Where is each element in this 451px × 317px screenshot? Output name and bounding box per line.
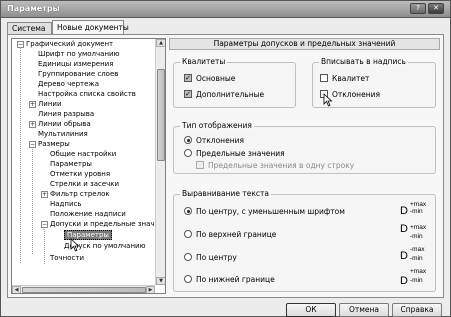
tree-horizontal-scrollbar[interactable]: ◀ ▶ — [12, 285, 155, 293]
group-title: Вписывать в надпись — [319, 57, 408, 66]
tab-system[interactable]: Система — [7, 22, 52, 34]
tree-item[interactable]: Допуски и предельные знач — [50, 219, 155, 229]
checkbox-icon[interactable] — [196, 161, 204, 169]
tree-guide — [44, 227, 45, 264]
tree-item[interactable]: Размеры — [38, 139, 70, 149]
help-title-button[interactable]: ? — [410, 3, 426, 14]
radio-icon[interactable] — [184, 253, 192, 261]
radio-icon[interactable] — [184, 230, 192, 238]
align-sample: D -max -min — [400, 246, 425, 262]
radio-icon[interactable] — [184, 275, 192, 283]
tree-item[interactable]: Стрелки и засечки — [50, 179, 119, 189]
scroll-down-icon[interactable]: ▼ — [156, 277, 165, 285]
mouse-cursor-icon — [70, 238, 80, 252]
tree-vertical-scrollbar[interactable]: ▲ ▼ — [155, 39, 165, 285]
inscribe-group: Вписывать в надпись Квалитет Отклонения — [312, 57, 436, 108]
align-sample: D +max -min — [400, 201, 427, 217]
tree-view: − Графический документ Шрифт по умолчани… — [12, 39, 155, 285]
scroll-thumb[interactable] — [157, 69, 165, 161]
tree-item[interactable]: Дерево чертежа — [38, 79, 99, 89]
tree-item[interactable]: Фильтр стрелок — [50, 189, 110, 199]
group-title: Тип отображения — [180, 121, 254, 130]
expand-icon[interactable]: + — [29, 101, 36, 108]
tree-item[interactable]: Отметки уровня — [50, 169, 110, 179]
expand-icon[interactable]: + — [29, 121, 36, 128]
collapse-icon[interactable]: − — [29, 141, 36, 148]
kvalitety-group: Квалитеты ✓ Основные ✓ Дополнительные — [173, 57, 296, 108]
settings-panel: Параметры допусков и предельных значений… — [169, 38, 440, 294]
tree-item[interactable]: Линия разрыва — [38, 109, 94, 119]
expand-icon[interactable]: + — [41, 191, 48, 198]
display-type-group: Тип отображения Отклонения Предельные зн… — [173, 121, 436, 174]
scroll-left-icon[interactable]: ◀ — [12, 286, 21, 293]
tree-item[interactable]: Линии обрыва — [38, 119, 91, 129]
ok-button[interactable]: ОК — [286, 303, 336, 317]
collapse-icon[interactable]: − — [41, 221, 48, 228]
window-title: Параметры — [7, 4, 60, 13]
checkbox-icon[interactable] — [320, 74, 328, 82]
tree-item[interactable]: Надпись — [50, 199, 82, 209]
parameters-dialog: Параметры ? ✕ Система Новые документы − … — [0, 0, 451, 317]
align-sample: D +max -min — [400, 223, 427, 240]
tree-guide — [20, 48, 21, 263]
tree-item[interactable]: Настройка списка свойств — [38, 89, 136, 99]
tree-item[interactable]: Параметры — [50, 159, 92, 169]
help-button[interactable]: Справка — [392, 303, 442, 317]
tree-item[interactable]: Точности — [50, 253, 84, 263]
tree-item[interactable]: Шрифт по умолчанию — [38, 49, 119, 59]
scroll-up-icon[interactable]: ▲ — [156, 39, 165, 47]
tab-new-documents[interactable]: Новые документы — [52, 20, 129, 34]
tree-item[interactable]: Мультилиния — [38, 129, 88, 139]
tree-item[interactable]: Линии — [38, 99, 62, 109]
collapse-icon[interactable]: − — [17, 41, 24, 48]
checkbox-checked-icon[interactable]: ✓ — [184, 90, 192, 98]
panel-header: Параметры допусков и предельных значений — [169, 38, 440, 50]
cancel-button[interactable]: Отмена — [339, 303, 389, 317]
tab-panel: − Графический документ Шрифт по умолчани… — [7, 34, 444, 298]
align-sample: D +max -min — [400, 268, 427, 287]
text-alignment-group: Выравнивание текста По центру, с уменьше… — [173, 189, 436, 292]
mouse-cursor-icon — [323, 93, 333, 107]
tree-item[interactable]: Группирование слоев — [38, 69, 118, 79]
settings-tree: − Графический документ Шрифт по умолчани… — [11, 38, 166, 294]
tree-item[interactable]: Единицы измерения — [38, 59, 113, 69]
hscroll-thumb[interactable] — [22, 287, 146, 293]
scroll-right-icon[interactable]: ▶ — [146, 286, 155, 293]
radio-selected-icon[interactable] — [184, 136, 192, 144]
checkbox-checked-icon[interactable]: ✓ — [184, 74, 192, 82]
tree-guide — [32, 149, 33, 254]
tree-item[interactable]: Общие настройки — [50, 149, 116, 159]
tree-item[interactable]: Графический документ — [26, 39, 113, 49]
radio-icon[interactable] — [184, 149, 192, 157]
group-title: Выравнивание текста — [180, 189, 272, 198]
close-button[interactable]: ✕ — [428, 3, 444, 14]
radio-selected-icon[interactable] — [184, 207, 192, 215]
tree-item[interactable]: Положение надписи — [50, 209, 126, 219]
title-bar: Параметры ? ✕ — [1, 1, 450, 18]
group-title: Квалитеты — [180, 57, 228, 66]
